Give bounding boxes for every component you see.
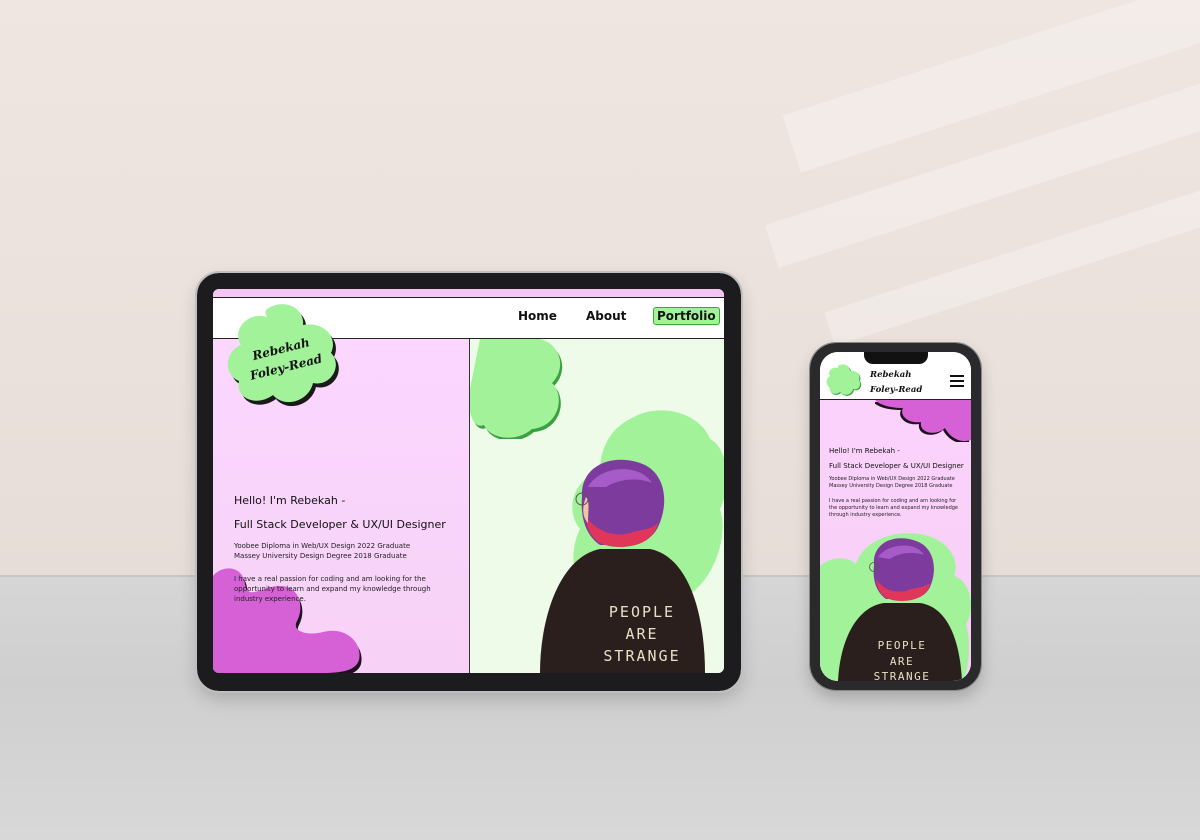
phone-shirt-text-3: STRANGE xyxy=(874,670,931,681)
phone-screen: Rebekah Foley-Read Hello! I'm Rebekah - … xyxy=(820,352,971,681)
phone-hero: Hello! I'm Rebekah - Full Stack Develope… xyxy=(820,400,971,681)
tablet-screen: Home About Portfolio Hello! I'm Rebekah … xyxy=(213,289,724,673)
nav-about-link[interactable]: About xyxy=(586,309,626,323)
phone-portrait-photo: PEOPLE ARE STRANGE xyxy=(838,538,962,681)
phone-logo-text: Rebekah Foley-Read xyxy=(869,370,922,395)
intro-paragraph: I have a real passion for coding and am … xyxy=(234,575,431,603)
tablet-device: Home About Portfolio Hello! I'm Rebekah … xyxy=(195,271,743,693)
shirt-text-1: PEOPLE xyxy=(609,603,675,621)
hero-title: Hello! I'm Rebekah - xyxy=(234,494,346,507)
nav-home-link[interactable]: Home xyxy=(518,309,557,323)
shirt-text-3: STRANGE xyxy=(603,647,680,665)
hamburger-menu-icon[interactable] xyxy=(950,375,964,390)
phone-credential-1: Yoobee Diploma in Web/UX Design 2022 Gra… xyxy=(829,476,955,482)
logo[interactable]: Rebekah Foley-Read xyxy=(227,303,343,409)
phone-logo-line2: Foley-Read xyxy=(869,385,922,395)
phone-hero-role: Full Stack Developer & UX/UI Designer xyxy=(829,462,964,470)
hero-role: Full Stack Developer & UX/UI Designer xyxy=(234,518,446,531)
phone-device: Rebekah Foley-Read Hello! I'm Rebekah - … xyxy=(809,342,982,691)
phone-intro-paragraph: I have a real passion for coding and am … xyxy=(829,498,959,518)
phone-logo-blob[interactable] xyxy=(826,364,862,396)
purple-blob-shape xyxy=(875,400,971,442)
phone-logo-line1: Rebekah xyxy=(869,370,911,380)
nav-portfolio-link[interactable]: Portfolio xyxy=(653,307,720,325)
green-blob-shape xyxy=(470,339,562,439)
phone-hero-title: Hello! I'm Rebekah - xyxy=(829,447,900,455)
top-accent-bar xyxy=(213,289,724,297)
shirt-text-2: ARE xyxy=(625,625,658,643)
phone-shirt-text-2: ARE xyxy=(890,655,914,668)
portrait-photo: PEOPLE ARE STRANGE xyxy=(540,459,705,673)
phone-notch xyxy=(864,352,928,364)
phone-credential-2: Massey University Design Degree 2018 Gra… xyxy=(829,483,953,489)
phone-shirt-text-1: PEOPLE xyxy=(878,639,927,652)
hero-right-panel: PEOPLE ARE STRANGE xyxy=(470,339,724,673)
credential-1: Yoobee Diploma in Web/UX Design 2022 Gra… xyxy=(234,542,411,550)
credential-2: Massey University Design Degree 2018 Gra… xyxy=(234,552,407,560)
